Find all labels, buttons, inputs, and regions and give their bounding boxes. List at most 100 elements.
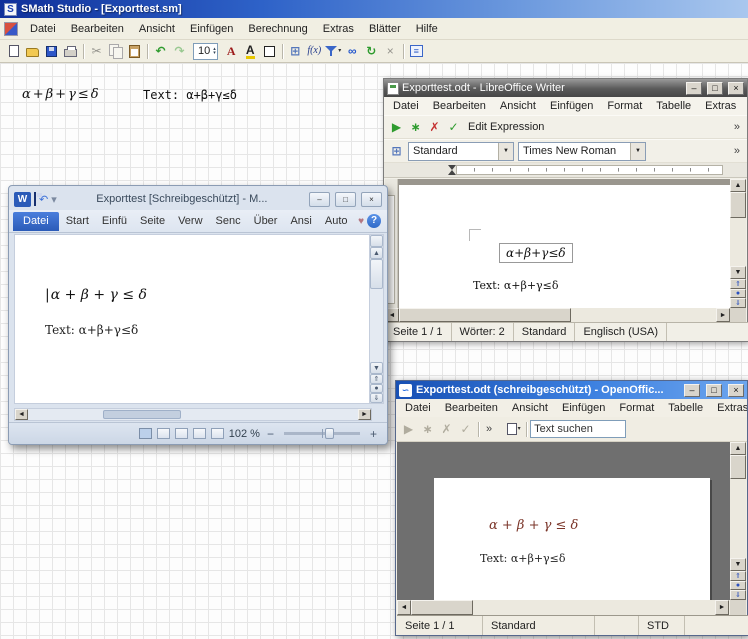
libreoffice-document-area[interactable]: α+β+γ≤δ Text: α+β+γ≤δ ▲ ▼ ⇑ ● ⇓ [385,179,746,308]
quick-save-button[interactable] [34,193,36,205]
maximize-button[interactable]: □ [335,192,356,207]
accept-button[interactable]: ✓ [444,118,463,136]
combo-arrow-icon[interactable]: ▼ [498,143,513,160]
tab-seitenlayout[interactable]: Seite [134,212,171,231]
menu-item-bearbeiten[interactable]: Bearbeiten [64,22,131,36]
scroll-left-button[interactable]: ◄ [15,409,28,420]
scrollbar-track[interactable] [370,289,383,362]
next-page-button[interactable]: ⇓ [730,590,746,600]
menu-item-einfuegen[interactable]: Einfügen [543,99,600,113]
table-icon[interactable]: ⊞ [387,142,406,160]
scrollbar-thumb[interactable] [730,455,746,479]
border-button[interactable] [260,42,279,60]
word-titlebar[interactable]: W ↶ ▾ Exporttest [Schreibgeschützt] - M.… [9,186,387,210]
status-page-style[interactable]: Standard [514,323,576,341]
smath-formula[interactable]: α+β+γ≤δ [22,87,101,102]
indent-marker-bottom[interactable] [448,166,456,175]
openoffice-titlebar[interactable]: ∽ Exporttest.odt (schreibgeschützt) - Op… [396,381,747,399]
scroll-up-button[interactable]: ▲ [730,179,746,192]
previous-page-button[interactable]: ⇑ [730,279,746,289]
font-size-spinner[interactable]: ▴ ▾ [213,47,216,56]
next-page-button[interactable]: ⇓ [730,298,746,308]
vertical-scrollbar[interactable]: ▲ ▼ ⇑ ● ⇓ [369,234,384,404]
menu-item-hilfe[interactable]: Hilfe [409,22,445,36]
select-browse-object-button[interactable]: ● [370,384,383,393]
menu-item-einfuegen[interactable]: Einfügen [555,401,612,415]
paste-button[interactable] [125,42,144,60]
minimize-button[interactable]: – [684,384,700,397]
toolbar-overflow-button[interactable]: » [730,145,744,157]
openoffice-document-area[interactable]: α + β + γ ≤ δ Text: α+β+γ≤δ ▲ ▼ ⇑ ● ⇓ [397,442,746,600]
redo-button[interactable]: ↷ [170,42,189,60]
status-language[interactable]: Englisch (USA) [575,323,667,341]
menu-item-datei[interactable]: Datei [398,401,438,415]
scroll-down-button[interactable]: ▼ [370,362,383,374]
filter-button[interactable]: ▾ [324,42,343,60]
scroll-right-button[interactable]: ► [715,600,729,615]
menu-item-bearbeiten[interactable]: Bearbeiten [426,99,493,113]
bold-button[interactable]: A [222,42,241,60]
document-text[interactable]: Text: α+β+γ≤δ [480,552,565,565]
stop-button[interactable]: × [381,42,400,60]
view-web-layout-button[interactable] [175,428,188,439]
document-text[interactable]: Text: α+β+γ≤δ [45,323,138,337]
cut-button[interactable]: ✂ [87,42,106,60]
status-page[interactable]: Seite 1 / 1 [397,616,483,635]
insert-expression-button[interactable]: ∗ [406,118,425,136]
zoom-slider[interactable] [284,432,360,435]
close-button[interactable]: × [728,82,744,95]
menu-item-tabelle[interactable]: Tabelle [649,99,698,113]
previous-page-button[interactable]: ⇑ [730,571,746,581]
menu-item-extras[interactable]: Extras [698,99,743,113]
document-formula[interactable]: α + β + γ ≤ δ [489,518,578,533]
edit-expression-label[interactable]: Edit Expression [463,121,549,133]
tab-datei[interactable]: Datei [13,212,59,231]
scroll-left-button[interactable]: ◄ [397,600,411,615]
menu-item-ansicht[interactable]: Ansicht [132,22,182,36]
next-page-button[interactable]: ⇓ [370,393,383,403]
status-insert-mode[interactable]: STD [639,616,685,635]
evaluate-button[interactable]: ▶ [399,420,418,438]
combo-arrow-icon[interactable]: ▼ [630,143,645,160]
scrollbar-track[interactable] [730,218,746,266]
help-button[interactable]: ? [367,214,381,228]
tab-verweise[interactable]: Verw [172,212,208,231]
infinity-button[interactable]: ∞ [343,42,362,60]
tab-start[interactable]: Start [60,212,95,231]
remove-button[interactable]: ✗ [437,420,456,438]
scrollbar-track[interactable] [28,409,358,420]
show-panel-button[interactable]: ≡ [407,42,426,60]
view-fullscreen-reading-button[interactable] [157,428,170,439]
save-button[interactable] [42,42,61,60]
heart-icon[interactable]: ♥ [358,216,364,227]
horizontal-scrollbar[interactable]: ◄ ► [385,308,730,322]
libreoffice-titlebar[interactable]: Exporttest.odt - LibreOffice Writer – □ … [384,79,747,97]
menu-item-ansicht[interactable]: Ansicht [493,99,543,113]
toolbar-overflow-button[interactable]: » [730,121,744,133]
font-name-combo[interactable]: Times New Roman ▼ [518,142,646,161]
vertical-scrollbar[interactable]: ▲ ▼ ⇑ ● ⇓ [730,179,746,308]
menu-item-bearbeiten[interactable]: Bearbeiten [438,401,505,415]
close-button[interactable]: × [728,384,744,397]
document-text[interactable]: Text: α+β+γ≤δ [473,279,558,292]
tab-ansicht[interactable]: Ansi [284,212,317,231]
menu-item-ansicht[interactable]: Ansicht [505,401,555,415]
scrollbar-thumb[interactable] [103,410,181,419]
horizontal-scrollbar[interactable]: ◄ ► [397,600,729,615]
paragraph-style-combo[interactable]: Standard ▼ [408,142,514,161]
quick-access-dropdown[interactable]: ▾ [51,193,57,206]
vertical-scrollbar[interactable]: ▲ ▼ ⇑ ● ⇓ [730,442,746,600]
tab-einfuegen[interactable]: Einfü [96,212,133,231]
menu-item-berechnung[interactable]: Berechnung [241,22,314,36]
navigation-button[interactable]: ● [730,289,746,298]
menu-item-extras[interactable]: Extras [316,22,361,36]
status-page-style[interactable]: Standard [483,616,595,635]
remove-button[interactable]: ✗ [425,118,444,136]
scroll-up-button[interactable]: ▲ [370,247,383,259]
maximize-button[interactable]: □ [706,384,722,397]
menu-item-format[interactable]: Format [600,99,649,113]
new-document-button[interactable] [4,42,23,60]
evaluate-button[interactable]: ▶ [387,118,406,136]
menu-item-format[interactable]: Format [612,401,661,415]
menu-item-einfuegen[interactable]: Einfügen [183,22,240,36]
